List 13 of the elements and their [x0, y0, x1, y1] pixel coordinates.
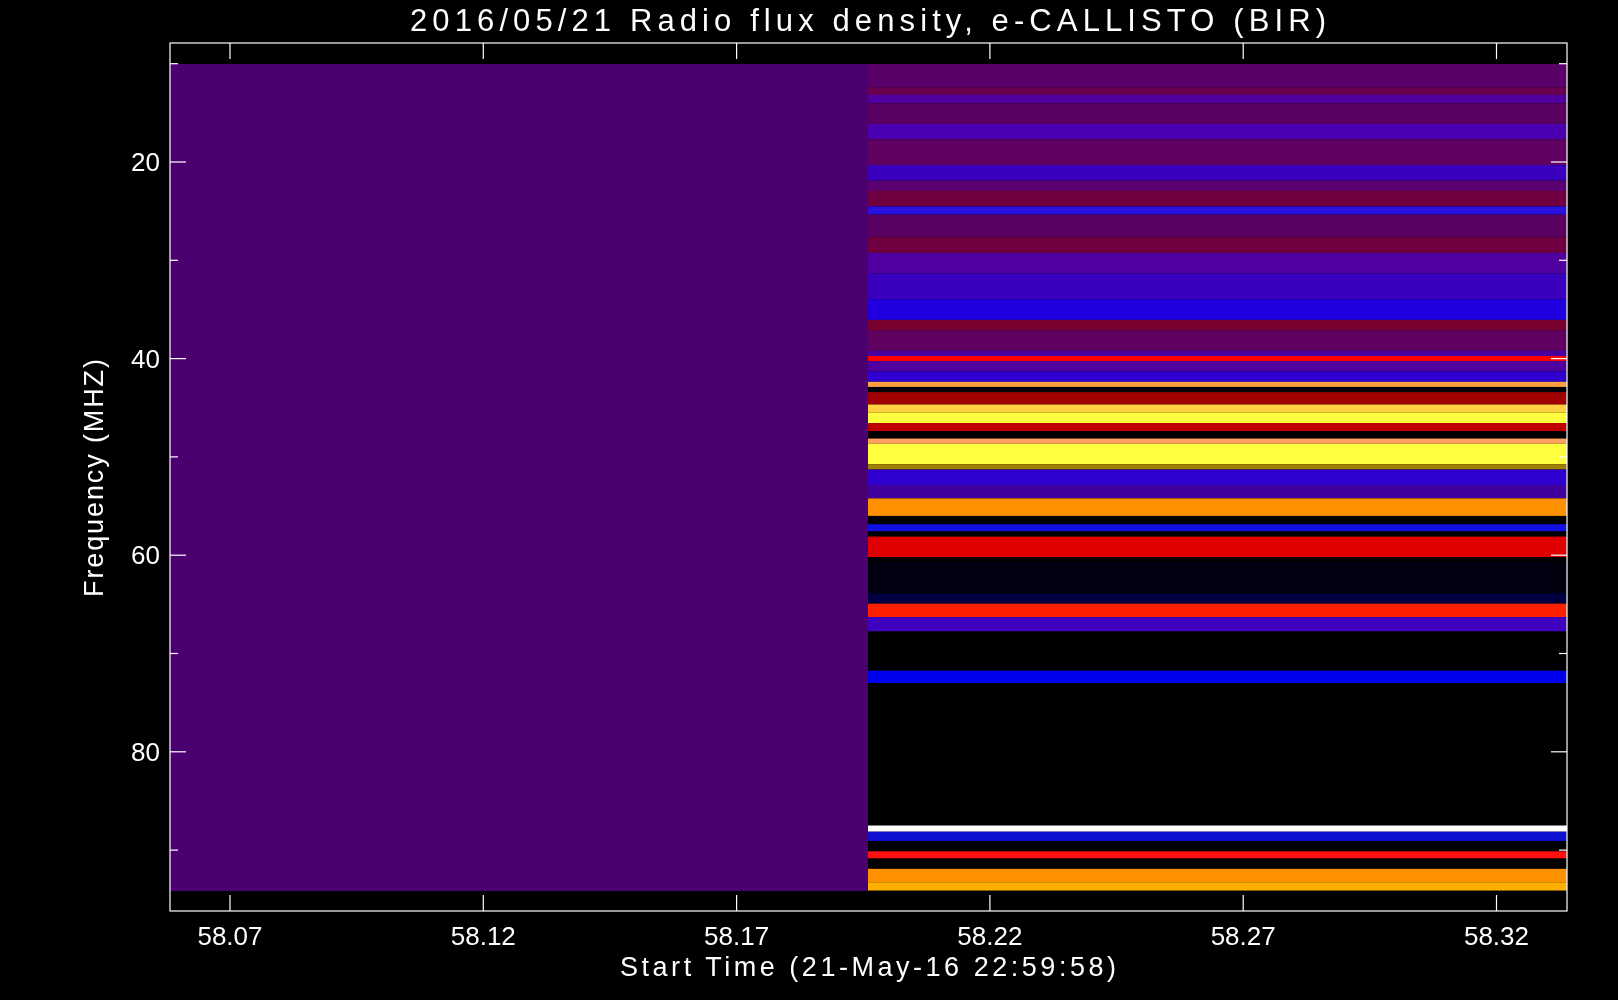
y-tick-label: 40 — [131, 343, 160, 374]
x-tick-label: 58.07 — [197, 921, 263, 951]
x-tick-label: 58.17 — [704, 921, 770, 951]
x-axis-label: Start Time (21-May-16 22:59:58) — [620, 952, 1116, 982]
x-tick-label: 58.12 — [450, 921, 516, 951]
y-tick-label: 20 — [131, 147, 160, 177]
y-axis-label: Frequency (MHZ) — [79, 359, 109, 597]
y-tick-label: 80 — [131, 736, 160, 767]
chart-title: 2016/05/21 Radio flux density, e-CALLISTO (BIR) — [410, 3, 1326, 38]
x-tick-label: 58.32 — [1463, 921, 1530, 951]
x-tick-label: 58.22 — [957, 921, 1023, 951]
x-tick-label: 58.27 — [1210, 921, 1276, 951]
y-tick-label: 60 — [131, 540, 160, 571]
